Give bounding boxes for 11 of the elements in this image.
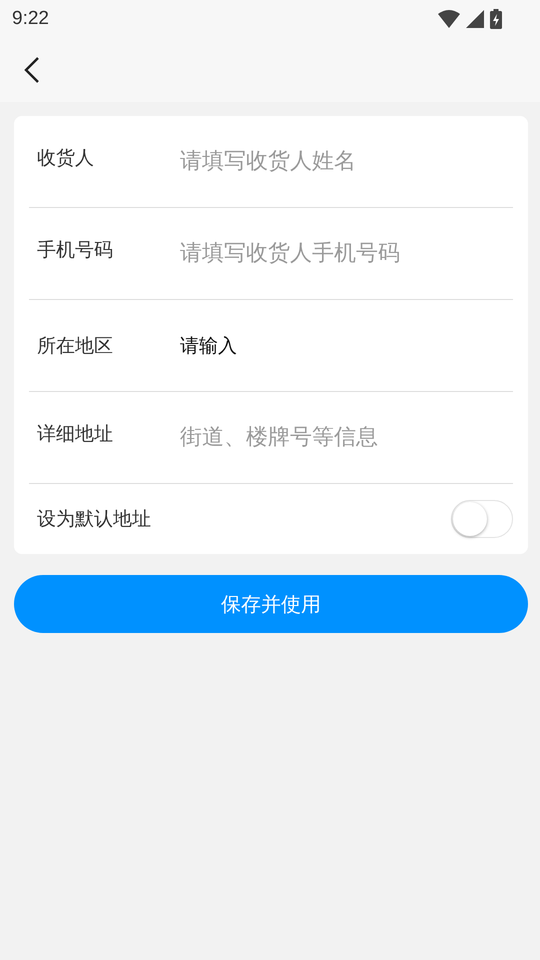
field-label: 设为默认地址 <box>36 507 152 532</box>
field-label: 收货人 <box>36 146 95 170</box>
signal-icon <box>466 10 484 28</box>
default-switch[interactable] <box>451 500 513 538</box>
battery-icon <box>490 9 502 29</box>
field-label: 手机号码 <box>36 238 114 262</box>
field-label: 详细地址 <box>36 422 114 446</box>
status-time: 9:22 <box>12 8 49 30</box>
region-picker[interactable]: 请输入 <box>180 332 237 358</box>
wifi-icon <box>438 10 460 28</box>
field-label: 所在地区 <box>36 334 114 358</box>
